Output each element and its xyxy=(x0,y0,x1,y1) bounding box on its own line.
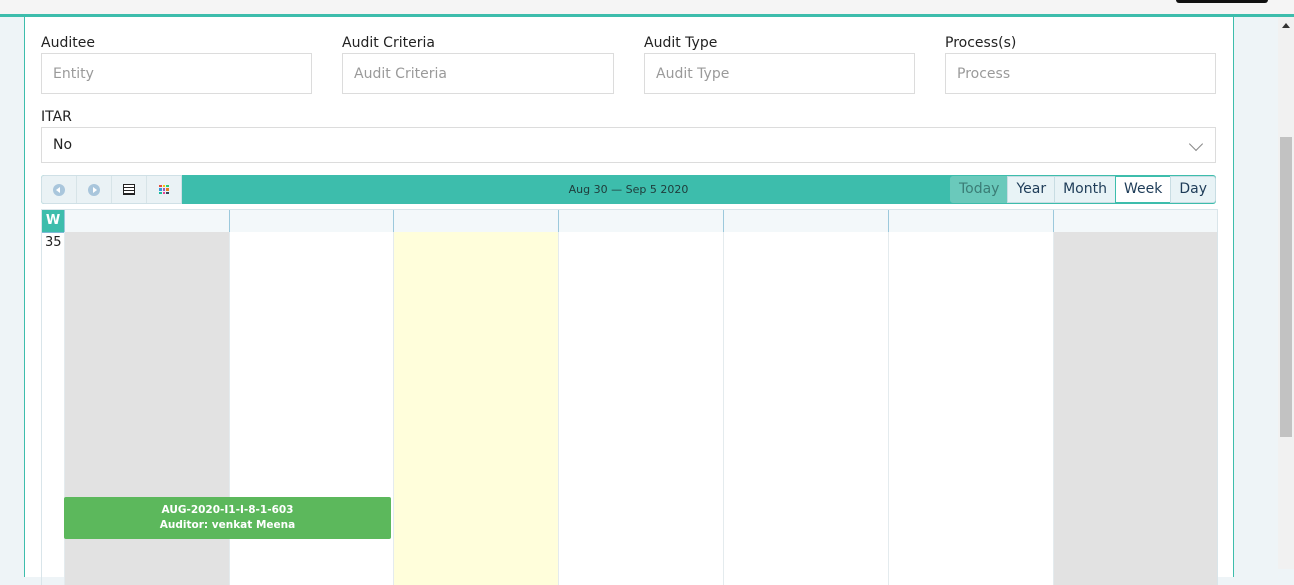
list-view-button[interactable] xyxy=(112,176,147,203)
day-header-row: W Sun 8/30 Mon 8/31 Tue 9/1 Wed 9/2 Thu … xyxy=(42,209,1217,233)
day-view-button[interactable]: Day xyxy=(1170,176,1216,203)
top-bar xyxy=(0,0,1294,17)
calendar-toolbar: Aug 30 — Sep 5 2020 Today Year Month Wee… xyxy=(41,175,1216,204)
week-view-button[interactable]: Week xyxy=(1114,176,1172,203)
prev-button[interactable] xyxy=(42,176,77,203)
event-title: AUG-2020-I1-I-8-1-603 xyxy=(161,504,294,516)
week-number: 35 xyxy=(45,235,62,250)
scrollbar-thumb[interactable] xyxy=(1280,137,1292,437)
page-scrollbar[interactable] xyxy=(1278,17,1294,569)
color-grid-icon xyxy=(159,184,169,195)
year-view-button[interactable]: Year xyxy=(1007,176,1056,203)
day-header-mon: Mon 8/31 xyxy=(229,210,393,232)
auditee-field-group: Auditee xyxy=(41,33,312,94)
calendar-nav-group xyxy=(41,175,182,204)
view-switcher: Today Year Month Week Day xyxy=(949,176,1216,203)
audit-criteria-field-group: Audit Criteria xyxy=(342,33,614,94)
today-button[interactable]: Today xyxy=(949,176,1009,203)
day-header-thu: Thu 9/3 xyxy=(723,210,888,232)
itar-selected-value: No xyxy=(53,137,73,153)
audit-criteria-label: Audit Criteria xyxy=(342,35,435,51)
day-header-tue: Tue 9/1 xyxy=(393,210,558,232)
list-icon xyxy=(123,184,135,195)
week-column-label: W xyxy=(42,210,64,232)
day-header-fri: Fri 9/4 xyxy=(888,210,1053,232)
month-view-button[interactable]: Month xyxy=(1054,176,1116,203)
arrow-left-icon xyxy=(53,183,65,196)
next-button[interactable] xyxy=(77,176,112,203)
process-input[interactable] xyxy=(945,53,1216,94)
audit-type-field-group: Audit Type xyxy=(644,33,915,94)
event-auditor: Auditor: venkat Meena xyxy=(159,519,296,531)
itar-select[interactable]: No xyxy=(41,127,1216,163)
calendar: Aug 30 — Sep 5 2020 Today Year Month Wee… xyxy=(41,175,1218,585)
day-header-sat: Sat 9/5 xyxy=(1053,210,1217,232)
day-cell-sat[interactable] xyxy=(1053,232,1217,585)
auditee-label: Auditee xyxy=(41,35,95,51)
day-cell-thu[interactable] xyxy=(723,232,888,585)
grid-view-button[interactable] xyxy=(147,176,181,203)
process-field-group: Process(s) xyxy=(945,33,1216,94)
day-header-sun: Sun 8/30 xyxy=(64,210,229,232)
process-label: Process(s) xyxy=(945,35,1017,51)
audit-type-label: Audit Type xyxy=(644,35,718,51)
calendar-event[interactable]: AUG-2020-I1-I-8-1-603 Auditor: venkat Me… xyxy=(64,497,391,539)
itar-field-group: ITAR No xyxy=(41,107,1216,163)
audit-type-input[interactable] xyxy=(644,53,915,94)
auditee-input[interactable] xyxy=(41,53,312,94)
day-header-wed: Wed 9/2 xyxy=(558,210,723,232)
day-cell-fri[interactable] xyxy=(888,232,1053,585)
scroll-up-arrow-icon[interactable] xyxy=(1282,23,1290,28)
itar-label: ITAR xyxy=(41,109,72,125)
audit-criteria-input[interactable] xyxy=(342,53,614,94)
arrow-right-icon xyxy=(88,183,100,196)
top-bar-decoration xyxy=(1176,0,1268,3)
chevron-down-icon xyxy=(1188,136,1204,152)
day-cell-wed[interactable] xyxy=(558,232,723,585)
week-grid: W Sun 8/30 Mon 8/31 Tue 9/1 Wed 9/2 Thu … xyxy=(41,209,1218,585)
day-cell-tue[interactable] xyxy=(393,232,558,585)
main-panel: Auditee Audit Criteria Audit Type Proces… xyxy=(24,17,1234,585)
